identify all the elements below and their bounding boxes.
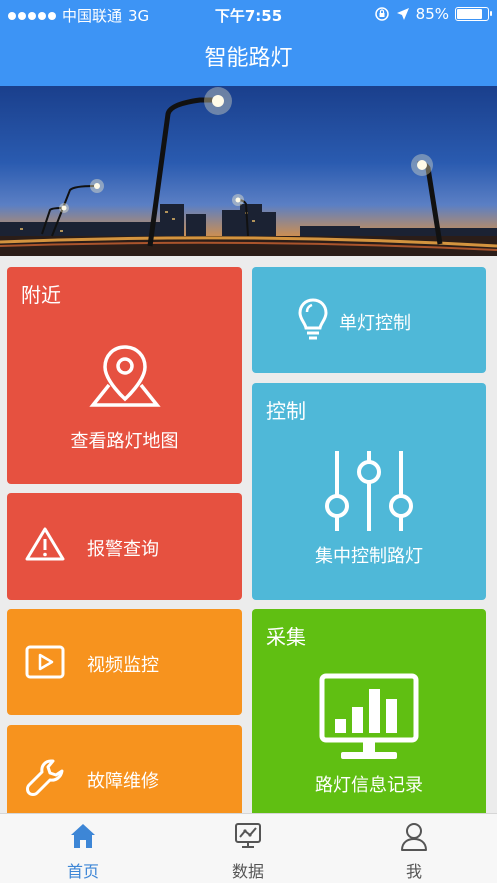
tab-data[interactable]: 数据 <box>188 814 308 883</box>
video-tile[interactable]: 视频监控 <box>7 609 242 715</box>
repair-tile[interactable]: 故障维修 <box>7 725 242 825</box>
page-title: 智能路灯 <box>204 46 293 71</box>
user-icon <box>401 823 427 851</box>
home-icon <box>71 824 95 848</box>
data-icon <box>235 823 261 848</box>
banner-image <box>0 86 497 256</box>
tab-me-label: 我 <box>405 862 422 881</box>
location-arrow-icon <box>396 8 409 20</box>
monitor-chart-icon <box>319 673 419 759</box>
control-tile[interactable]: 控制 集中控制路灯 <box>252 383 486 600</box>
video-label: 视频监控 <box>87 655 159 676</box>
wrench-icon <box>26 759 64 796</box>
single-light-label: 单灯控制 <box>339 313 411 334</box>
control-label: 集中控制路灯 <box>315 546 423 567</box>
nearby-label: 查看路灯地图 <box>70 431 179 452</box>
video-icon <box>25 645 65 679</box>
collect-label: 路灯信息记录 <box>315 775 423 796</box>
battery-icon <box>455 7 492 21</box>
app-header: 中国联通 3G 下午7:55 85% 智能路灯 <box>0 0 497 86</box>
tab-me[interactable]: 我 <box>354 814 474 883</box>
alarm-label: 报警查询 <box>87 539 159 560</box>
single-light-tile[interactable]: 单灯控制 <box>252 267 486 373</box>
tab-home-label: 首页 <box>66 862 99 881</box>
map-pin-icon <box>89 345 161 407</box>
nearby-title: 附近 <box>21 283 61 307</box>
alarm-tile[interactable]: 报警查询 <box>7 493 242 600</box>
battery-percent: 85% <box>415 5 449 23</box>
tab-home[interactable]: 首页 <box>23 814 143 883</box>
rotation-lock-icon <box>374 7 389 21</box>
collect-tile[interactable]: 采集 路灯信息记录 <box>252 609 486 825</box>
collect-title: 采集 <box>266 625 306 649</box>
control-title: 控制 <box>266 399 306 423</box>
warning-icon <box>25 527 65 561</box>
sliders-icon <box>325 451 413 531</box>
tab-bar: 首页 数据 我 <box>0 813 497 883</box>
nearby-tile[interactable]: 附近 查看路灯地图 <box>7 267 242 484</box>
repair-label: 故障维修 <box>87 771 159 792</box>
lightbulb-icon <box>298 298 328 340</box>
status-right: 85% <box>374 5 492 23</box>
status-bar: 中国联通 3G 下午7:55 85% <box>0 0 497 28</box>
tab-data-label: 数据 <box>231 862 264 881</box>
